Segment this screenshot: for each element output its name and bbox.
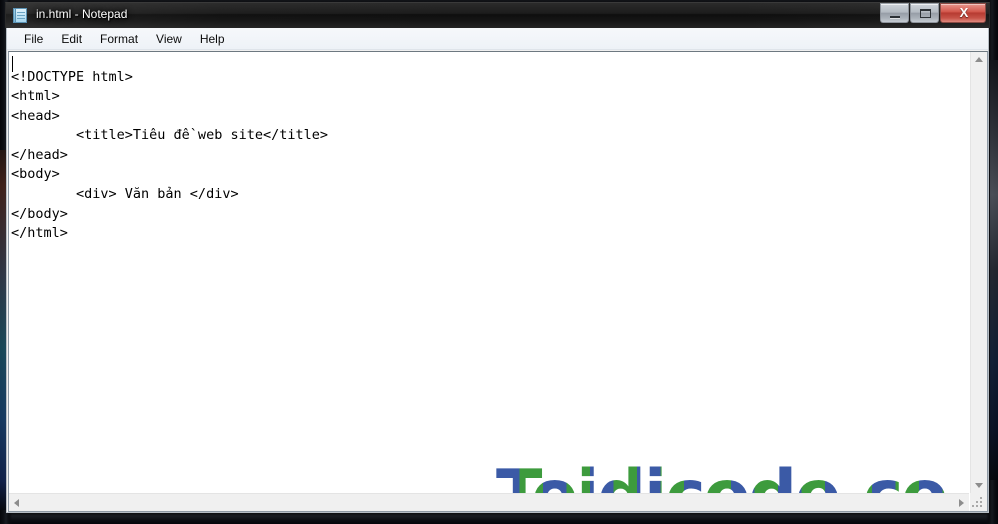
- menu-bar: File Edit Format View Help: [7, 28, 988, 50]
- window-client-area: File Edit Format View Help <!DOCTYPE htm…: [6, 28, 989, 513]
- maximize-button[interactable]: [910, 3, 939, 23]
- menu-item-file[interactable]: File: [15, 30, 52, 48]
- menu-item-edit[interactable]: Edit: [52, 30, 91, 48]
- watermark-text: Toidicode.com: [496, 460, 969, 494]
- notepad-window: in.html - Notepad X File Edit Format Vie…: [5, 2, 990, 514]
- frame-edge-reflection-right: [990, 60, 998, 480]
- scroll-down-arrow[interactable]: [975, 483, 983, 488]
- menu-item-help[interactable]: Help: [191, 30, 234, 48]
- editor-content[interactable]: <!DOCTYPE html> <html> <head> <title>Tiê…: [11, 68, 328, 244]
- scroll-right-arrow[interactable]: [959, 499, 964, 507]
- notepad-icon: [13, 8, 29, 24]
- scroll-up-arrow[interactable]: [975, 57, 983, 62]
- desktop-background: in.html - Notepad X File Edit Format Vie…: [0, 0, 998, 524]
- editor-frame: <!DOCTYPE html> <html> <head> <title>Tiê…: [8, 51, 988, 512]
- watermark-logo: Toidicode.com: [496, 460, 969, 494]
- minimize-button[interactable]: [880, 3, 909, 23]
- close-icon: X: [959, 5, 969, 20]
- menu-item-view[interactable]: View: [147, 30, 191, 48]
- close-button[interactable]: X: [940, 3, 986, 23]
- notepad-icon-line: [17, 12, 25, 13]
- text-editor[interactable]: <!DOCTYPE html> <html> <head> <title>Tiê…: [9, 52, 969, 493]
- horizontal-scrollbar[interactable]: [9, 493, 969, 511]
- notepad-icon-line: [17, 18, 25, 19]
- title-bar[interactable]: in.html - Notepad X: [5, 2, 990, 28]
- notepad-icon-line: [17, 15, 25, 16]
- title-bar-glass: [6, 3, 989, 28]
- menu-item-format[interactable]: Format: [91, 30, 147, 48]
- resize-grip[interactable]: [970, 493, 987, 511]
- scroll-left-arrow[interactable]: [14, 499, 19, 507]
- window-controls: X: [879, 3, 986, 24]
- window-title: in.html - Notepad: [36, 7, 128, 21]
- notepad-icon-spiral: [13, 8, 16, 23]
- vertical-scrollbar[interactable]: [970, 52, 987, 493]
